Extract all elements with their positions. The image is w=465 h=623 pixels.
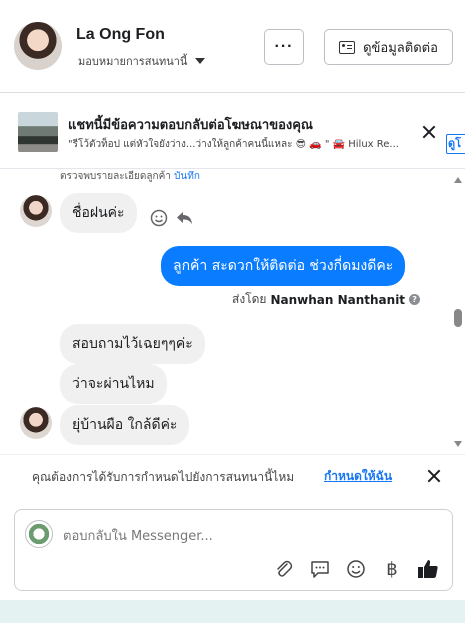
sender-avatar[interactable]: [20, 195, 52, 227]
assignment-prompt: คุณต้องการได้รับการกำหนดไปยังการสนทนานี้…: [0, 454, 465, 498]
message-bubble[interactable]: ยุ่บ้านผือ ใกล้ดีค่ะ: [60, 405, 190, 445]
scroll-down-arrow-icon[interactable]: [454, 441, 462, 447]
assignment-prompt-text: คุณต้องการได้รับการกำหนดไปยังการสนทนานี้…: [32, 470, 295, 484]
smile-icon[interactable]: [150, 209, 168, 227]
saved-replies-icon[interactable]: [309, 558, 331, 580]
assign-label: มอบหมายการสนทนานี้: [78, 55, 188, 68]
scroll-up-arrow-icon[interactable]: [454, 177, 462, 183]
reply-composer[interactable]: ตอบกลับใน Messenger... ฿: [14, 509, 453, 591]
contact-name[interactable]: La Ong Fon: [76, 26, 165, 44]
close-icon[interactable]: [422, 125, 436, 139]
scrollbar-thumb[interactable]: [454, 309, 462, 327]
sender-name: Nanwhan Nanthanit: [270, 292, 406, 307]
sent-by-line: ส่งโดย Nanwhan Nanthanit ?: [232, 290, 421, 309]
assign-to-me-link[interactable]: กำหนดให้ฉัน: [324, 467, 392, 486]
ad-notice-title: แชทนี้มีข้อความตอบกลับต่อโฆษณาของคุณ: [68, 118, 313, 133]
ad-snippet: "รีโว้ตัวท็อป แต่หัวใจยังว่าง...ว่างให้ล…: [68, 139, 399, 150]
contact-card-icon: [339, 40, 356, 54]
sent-by-prefix: ส่งโดย: [232, 292, 267, 306]
help-icon[interactable]: ?: [409, 294, 421, 305]
payment-baht-icon[interactable]: ฿: [381, 558, 403, 580]
baht-symbol: ฿: [386, 558, 398, 579]
message-bubble[interactable]: สอบถามไว้เฉยๆๆค่ะ: [60, 324, 205, 364]
conversation-header: La Ong Fon มอบหมายการสนทนานี้ ··· ดูข้อม…: [0, 0, 465, 93]
ad-reply-notice: แชทนี้มีข้อความตอบกลับต่อโฆษณาของคุณ "รี…: [0, 93, 465, 169]
contact-avatar[interactable]: [14, 22, 62, 70]
reply-input[interactable]: ตอบกลับใน Messenger...: [63, 525, 213, 546]
message-thread: ตรวจพบรายละเอียดลูกค้า บันทึก ชื่อฝนค่ะ …: [0, 169, 465, 453]
bottom-bar: [0, 600, 465, 623]
attachment-icon[interactable]: [273, 558, 295, 580]
assign-conversation-dropdown[interactable]: มอบหมายการสนทนานี้: [78, 52, 206, 70]
message-bubble[interactable]: ชื่อฝนค่ะ: [60, 193, 137, 233]
ad-thumbnail[interactable]: [18, 112, 58, 152]
more-options-button[interactable]: ···: [264, 29, 304, 65]
close-icon[interactable]: [427, 469, 441, 483]
more-options-label: ···: [274, 38, 294, 55]
view-contact-button[interactable]: ดูข้อมูลติดต่อ: [324, 29, 453, 65]
emoji-icon[interactable]: [345, 558, 367, 580]
conversation-panel: La Ong Fon มอบหมายการสนทนานี้ ··· ดูข้อม…: [0, 0, 465, 600]
customer-details-text: ตรวจพบรายละเอียดลูกค้า: [60, 171, 171, 182]
customer-details-line: ตรวจพบรายละเอียดลูกค้า บันทึก: [60, 169, 200, 184]
save-details-link[interactable]: บันทึก: [174, 171, 200, 182]
composer-toolbar: ฿: [273, 558, 439, 580]
message-bubble[interactable]: ว่าจะผ่านไหม: [60, 364, 167, 404]
message-bubble-outgoing[interactable]: ลูกค้า สะดวกให้ติดต่อ ช่วงกี่ดมงดีคะ: [161, 246, 406, 286]
view-ad-link[interactable]: ดูโ: [446, 134, 465, 154]
thumbs-up-icon[interactable]: [417, 558, 439, 580]
reply-icon[interactable]: [176, 209, 194, 227]
caret-down-icon: [195, 58, 206, 64]
thread-scrollbar[interactable]: [451, 171, 465, 453]
sender-avatar[interactable]: [20, 407, 52, 439]
view-contact-label: ดูข้อมูลติดต่อ: [363, 40, 438, 56]
page-logo: [25, 520, 53, 548]
message-actions: [150, 209, 194, 227]
